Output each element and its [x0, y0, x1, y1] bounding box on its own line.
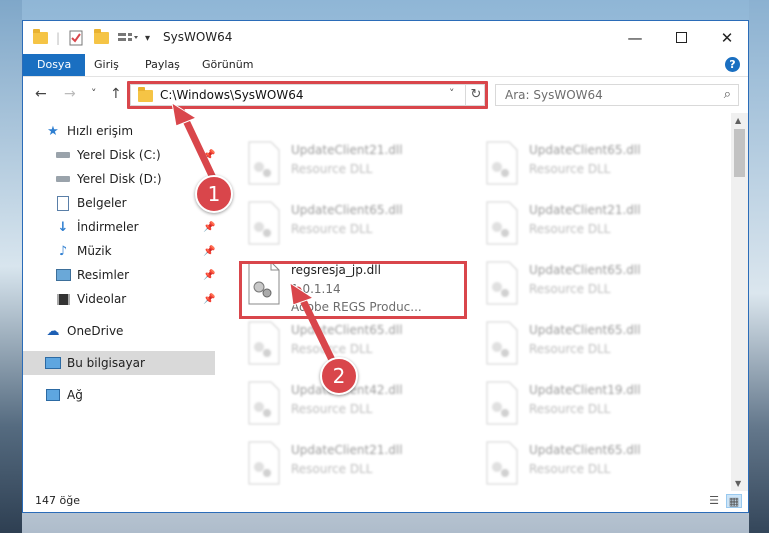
step-badge-2: 2: [320, 357, 358, 395]
step-badge-1: 1: [195, 175, 233, 213]
annotation-arrows: [171, 101, 336, 364]
arrow-to-address-bar: [171, 101, 218, 184]
arrow-to-file: [289, 281, 336, 364]
